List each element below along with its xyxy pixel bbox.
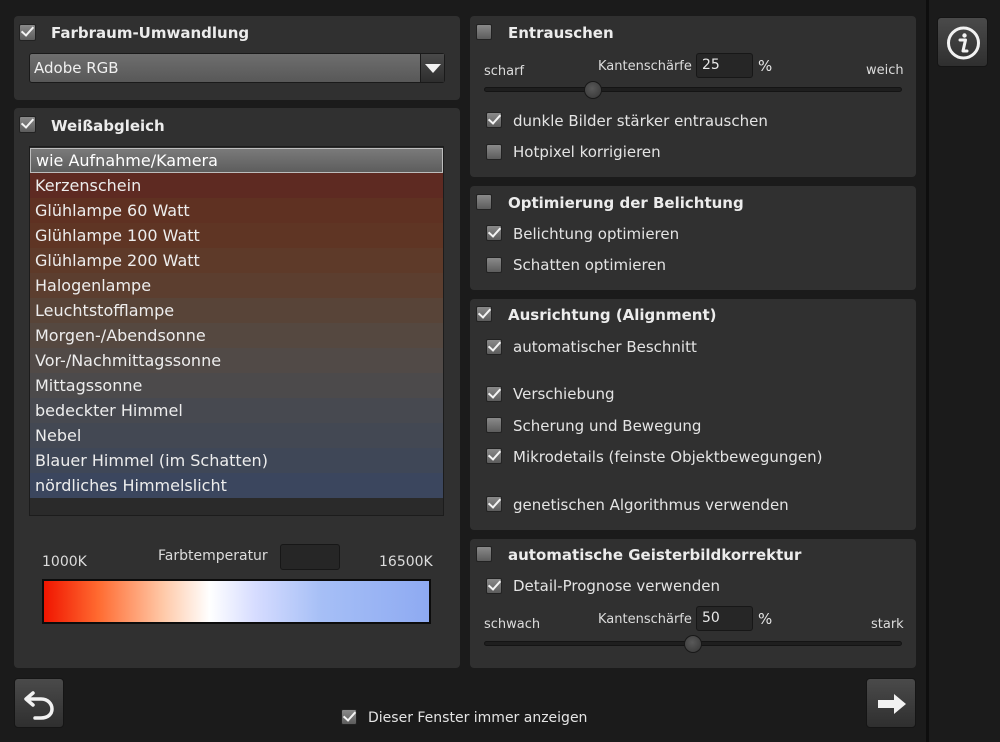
- shear-label: Scherung und Bewegung: [513, 417, 702, 435]
- hotpixel-label: Hotpixel korrigieren: [513, 143, 661, 161]
- exposure-checkbox[interactable]: [476, 194, 492, 210]
- wb-item[interactable]: Halogenlampe: [30, 273, 443, 298]
- wb-item[interactable]: nördliches Himmelslicht: [30, 473, 443, 498]
- ghost-slider-knob[interactable]: [684, 635, 702, 653]
- genetic-label: genetischen Algorithmus verwenden: [513, 496, 789, 514]
- ghost-sharpness-label: Kantenschärfe: [598, 612, 692, 627]
- shadow-optimize-label: Schatten optimieren: [513, 256, 667, 274]
- genetic-checkbox[interactable]: [486, 496, 502, 512]
- hotpixel-checkbox[interactable]: [486, 144, 502, 160]
- wb-item[interactable]: Glühlampe 200 Watt: [30, 248, 443, 273]
- exposure-panel: Optimierung der Belichtung Belichtung op…: [470, 186, 916, 290]
- colorspace-panel: Farbraum-Umwandlung Adobe RGB: [14, 16, 460, 100]
- undo-button[interactable]: [14, 678, 64, 728]
- denoise-left-label: scharf: [484, 64, 525, 79]
- sidebar-divider: [926, 0, 929, 742]
- ghost-unit: %: [758, 610, 773, 628]
- wb-item[interactable]: wie Aufnahme/Kamera: [30, 148, 443, 173]
- right-arrow-icon: [878, 694, 906, 714]
- microdetail-label: Mikrodetails (feinste Objektbewegungen): [513, 448, 823, 466]
- wb-item[interactable]: bedeckter Himmel: [30, 398, 443, 423]
- denoise-option-checkbox[interactable]: [486, 112, 502, 128]
- info-icon: [947, 26, 980, 60]
- exposure-optimize-label: Belichtung optimieren: [513, 225, 680, 243]
- wb-item[interactable]: Vor-/Nachmittagssonne: [30, 348, 443, 373]
- alignment-panel: Ausrichtung (Alignment) automatischer Be…: [470, 299, 916, 530]
- ghost-checkbox[interactable]: [476, 546, 492, 562]
- colorspace-select[interactable]: Adobe RGB: [29, 53, 445, 83]
- wb-item[interactable]: Kerzenschein: [30, 173, 443, 198]
- ghost-title: automatische Geisterbildkorrektur: [508, 546, 802, 564]
- chevron-down-icon: [425, 64, 441, 73]
- ghost-right-label: stark: [871, 617, 904, 632]
- auto-crop-checkbox[interactable]: [486, 339, 502, 355]
- exposure-title: Optimierung der Belichtung: [508, 194, 744, 212]
- auto-crop-label: automatischer Beschnitt: [513, 338, 697, 356]
- whitebalance-list[interactable]: wie Aufnahme/Kamera Kerzenschein Glühlam…: [29, 146, 444, 516]
- colorspace-title: Farbraum-Umwandlung: [51, 24, 250, 42]
- dropdown-button[interactable]: [420, 54, 444, 82]
- detail-prognosis-label: Detail-Prognose verwenden: [513, 577, 720, 595]
- wb-item[interactable]: Glühlampe 60 Watt: [30, 198, 443, 223]
- denoise-unit: %: [758, 57, 773, 75]
- wb-item[interactable]: Glühlampe 100 Watt: [30, 223, 443, 248]
- denoise-option-label: dunkle Bilder stärker entrauschen: [513, 112, 768, 130]
- temp-min-label: 1000K: [42, 554, 87, 570]
- shear-checkbox[interactable]: [486, 417, 502, 433]
- denoise-title: Entrauschen: [508, 24, 614, 42]
- denoise-sharpness-label: Kantenschärfe: [598, 59, 692, 74]
- next-button[interactable]: [866, 678, 916, 728]
- wb-item[interactable]: Morgen-/Abendsonne: [30, 323, 443, 348]
- colorspace-checkbox[interactable]: [19, 24, 36, 41]
- temp-value-field[interactable]: [280, 544, 340, 570]
- wb-item[interactable]: Mittagssonne: [30, 373, 443, 398]
- shadow-optimize-checkbox[interactable]: [486, 257, 502, 273]
- wb-item[interactable]: Leuchtstofflampe: [30, 298, 443, 323]
- colorspace-selected-value: Adobe RGB: [34, 59, 119, 77]
- ghost-value-field[interactable]: 50: [696, 606, 753, 631]
- wb-item[interactable]: Nebel: [30, 423, 443, 448]
- ghost-left-label: schwach: [484, 617, 541, 632]
- color-temperature-bar[interactable]: [42, 579, 431, 624]
- info-button[interactable]: [937, 17, 988, 67]
- whitebalance-title: Weißabgleich: [51, 117, 165, 135]
- detail-prognosis-checkbox[interactable]: [486, 578, 502, 594]
- shift-label: Verschiebung: [513, 385, 615, 403]
- wb-item[interactable]: Blauer Himmel (im Schatten): [30, 448, 443, 473]
- always-show-checkbox[interactable]: [341, 709, 357, 725]
- denoise-value-field[interactable]: 25: [696, 53, 753, 78]
- alignment-title: Ausrichtung (Alignment): [508, 306, 717, 324]
- temp-label: Farbtemperatur: [158, 548, 268, 564]
- shift-checkbox[interactable]: [486, 386, 502, 402]
- denoise-right-label: weich: [866, 63, 904, 78]
- always-show-label: Dieser Fenster immer anzeigen: [368, 710, 588, 726]
- undo-arrow-icon: [24, 691, 54, 720]
- denoise-checkbox[interactable]: [476, 24, 492, 40]
- alignment-checkbox[interactable]: [476, 306, 492, 322]
- exposure-optimize-checkbox[interactable]: [486, 225, 502, 241]
- denoise-panel: Entrauschen scharf Kantenschärfe 25 % we…: [470, 16, 916, 177]
- whitebalance-checkbox[interactable]: [19, 116, 36, 133]
- microdetail-checkbox[interactable]: [486, 448, 502, 464]
- ghost-panel: automatische Geisterbildkorrektur Detail…: [470, 539, 916, 668]
- temp-max-label: 16500K: [379, 554, 433, 570]
- denoise-slider-knob[interactable]: [584, 81, 602, 99]
- denoise-slider-track[interactable]: [484, 87, 902, 92]
